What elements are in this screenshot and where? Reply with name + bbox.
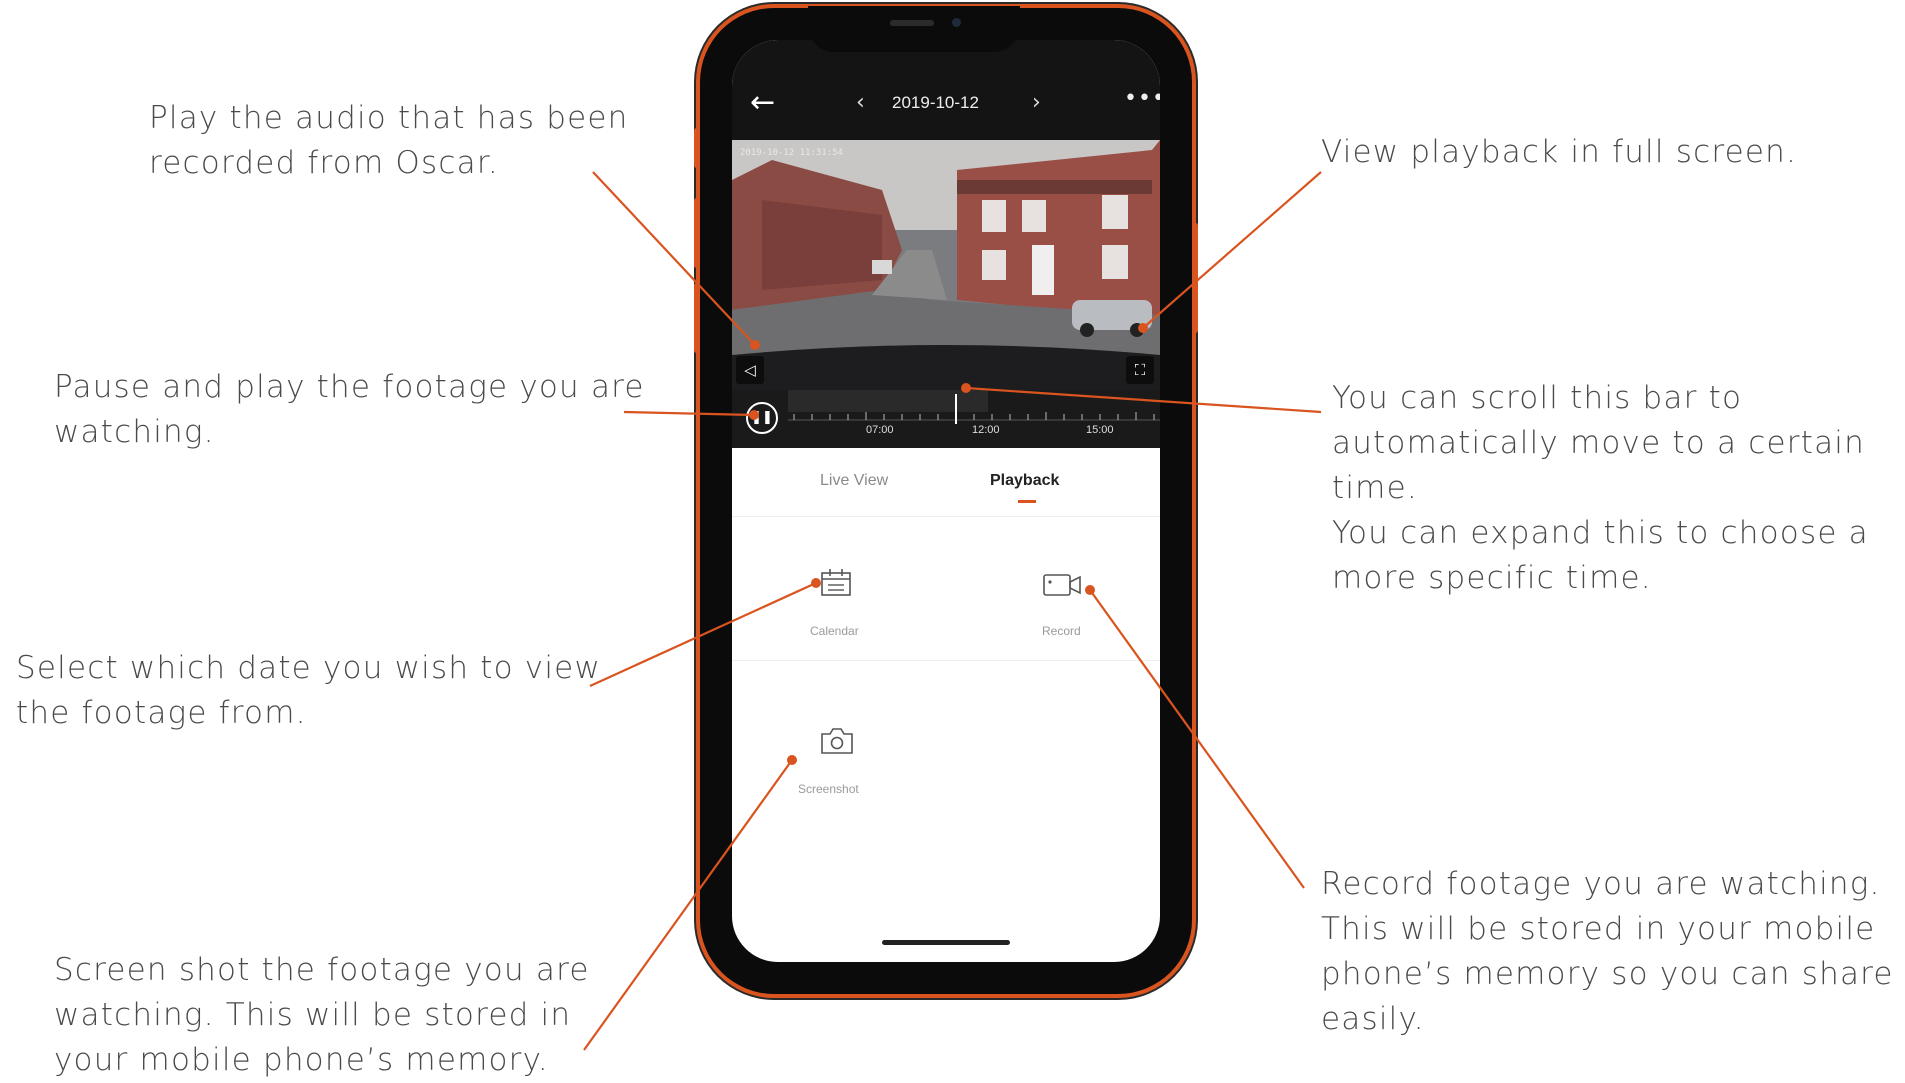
phone-side-button: [694, 198, 699, 268]
annotation-pause: Pause and play the footage you are watch…: [54, 365, 645, 455]
active-tab-indicator: [1018, 500, 1036, 503]
phone-screen: ← ‹ 2019-10-12 › •••: [732, 40, 1160, 962]
screenshot-label[interactable]: Screenshot: [798, 782, 859, 796]
phone-side-button: [694, 283, 699, 353]
annotation-scroll-line-2: automatically move to a certain: [1332, 425, 1865, 461]
annotation-scroll-line-3: time.: [1332, 470, 1418, 506]
tab-bar: Live View Playback: [732, 448, 1160, 517]
camera-icon[interactable]: [818, 726, 856, 756]
back-arrow-icon[interactable]: ←: [750, 88, 775, 118]
annotation-screenshot-line-1: Screen shot the footage you are: [54, 952, 590, 988]
annotation-screenshot-line-2: watching. This will be stored in: [54, 997, 572, 1033]
annotation-calendar: Select which date you wish to view the f…: [16, 646, 601, 736]
annotation-record-line-2: This will be stored in your mobile: [1321, 911, 1876, 947]
annotation-record: Record footage you are watching. This wi…: [1321, 862, 1905, 1042]
tab-playback[interactable]: Playback: [990, 472, 1059, 490]
annotation-fullscreen-line-1: View playback in full screen.: [1321, 134, 1798, 170]
annotation-scroll: You can scroll this bar to automatically…: [1332, 376, 1869, 601]
timeline-ticks: [788, 390, 1160, 424]
more-options-icon[interactable]: •••: [1124, 86, 1160, 111]
annotation-screenshot-line-3: your mobile phone’s memory.: [54, 1042, 549, 1078]
previous-day-chevron-icon[interactable]: ‹: [856, 90, 865, 115]
phone-speaker: [890, 20, 934, 26]
annotation-calendar-line-1: Select which date you wish to view: [16, 650, 601, 686]
phone-mockup: ← ‹ 2019-10-12 › •••: [694, 6, 1198, 994]
video-player[interactable]: 2019-10-12 11:31:54 ◁ ⛶: [732, 140, 1160, 390]
annotation-calendar-line-2: the footage from.: [16, 695, 307, 731]
annotation-record-line-1: Record footage you are watching.: [1321, 866, 1881, 902]
playback-date[interactable]: 2019-10-12: [892, 93, 979, 113]
front-camera-icon: [952, 18, 961, 27]
fullscreen-icon[interactable]: ⛶: [1126, 356, 1154, 384]
tab-live-view[interactable]: Live View: [820, 472, 888, 490]
annotation-audio-line-1: Play the audio that has been: [149, 100, 629, 136]
annotation-screenshot: Screen shot the footage you are watching…: [54, 948, 590, 1083]
annotation-audio: Play the audio that has been recorded fr…: [149, 96, 629, 186]
video-timestamp: 2019-10-12 11:31:54: [740, 148, 843, 158]
record-icon[interactable]: [1042, 572, 1082, 598]
annotation-record-line-4: easily.: [1321, 1001, 1425, 1037]
tile-row-divider: [732, 660, 1160, 661]
annotation-pause-line-1: Pause and play the footage you are: [54, 369, 645, 405]
next-day-chevron-icon[interactable]: ›: [1032, 90, 1041, 115]
timeline-label-1: 07:00: [866, 424, 894, 436]
annotation-scroll-line-4: You can expand this to choose a: [1332, 515, 1869, 551]
annotation-scroll-line-5: more specific time.: [1332, 560, 1652, 596]
timeline-label-3: 15:00: [1086, 424, 1114, 436]
annotation-audio-line-2: recorded from Oscar.: [149, 145, 499, 181]
audio-speaker-icon[interactable]: ◁: [736, 356, 764, 384]
timeline-label-2: 12:00: [972, 424, 1000, 436]
record-label[interactable]: Record: [1042, 624, 1081, 638]
timeline-scrubber[interactable]: ❚❚ 07:00 12:00 15:00: [732, 390, 1160, 448]
annotation-record-line-3: phone’s memory so you can share it: [1321, 956, 1905, 992]
calendar-icon[interactable]: [820, 568, 854, 598]
annotation-scroll-line-1: You can scroll this bar to: [1332, 380, 1743, 416]
annotation-fullscreen: View playback in full screen.: [1321, 130, 1797, 175]
home-indicator: [882, 940, 1010, 945]
phone-side-button: [694, 128, 699, 168]
annotation-pause-line-2: watching.: [54, 414, 215, 450]
calendar-label[interactable]: Calendar: [810, 624, 859, 638]
video-frame: [732, 140, 1160, 390]
phone-side-button: [1193, 223, 1198, 333]
phone-notch: [808, 6, 1020, 52]
app-header: ← ‹ 2019-10-12 › •••: [732, 40, 1160, 140]
